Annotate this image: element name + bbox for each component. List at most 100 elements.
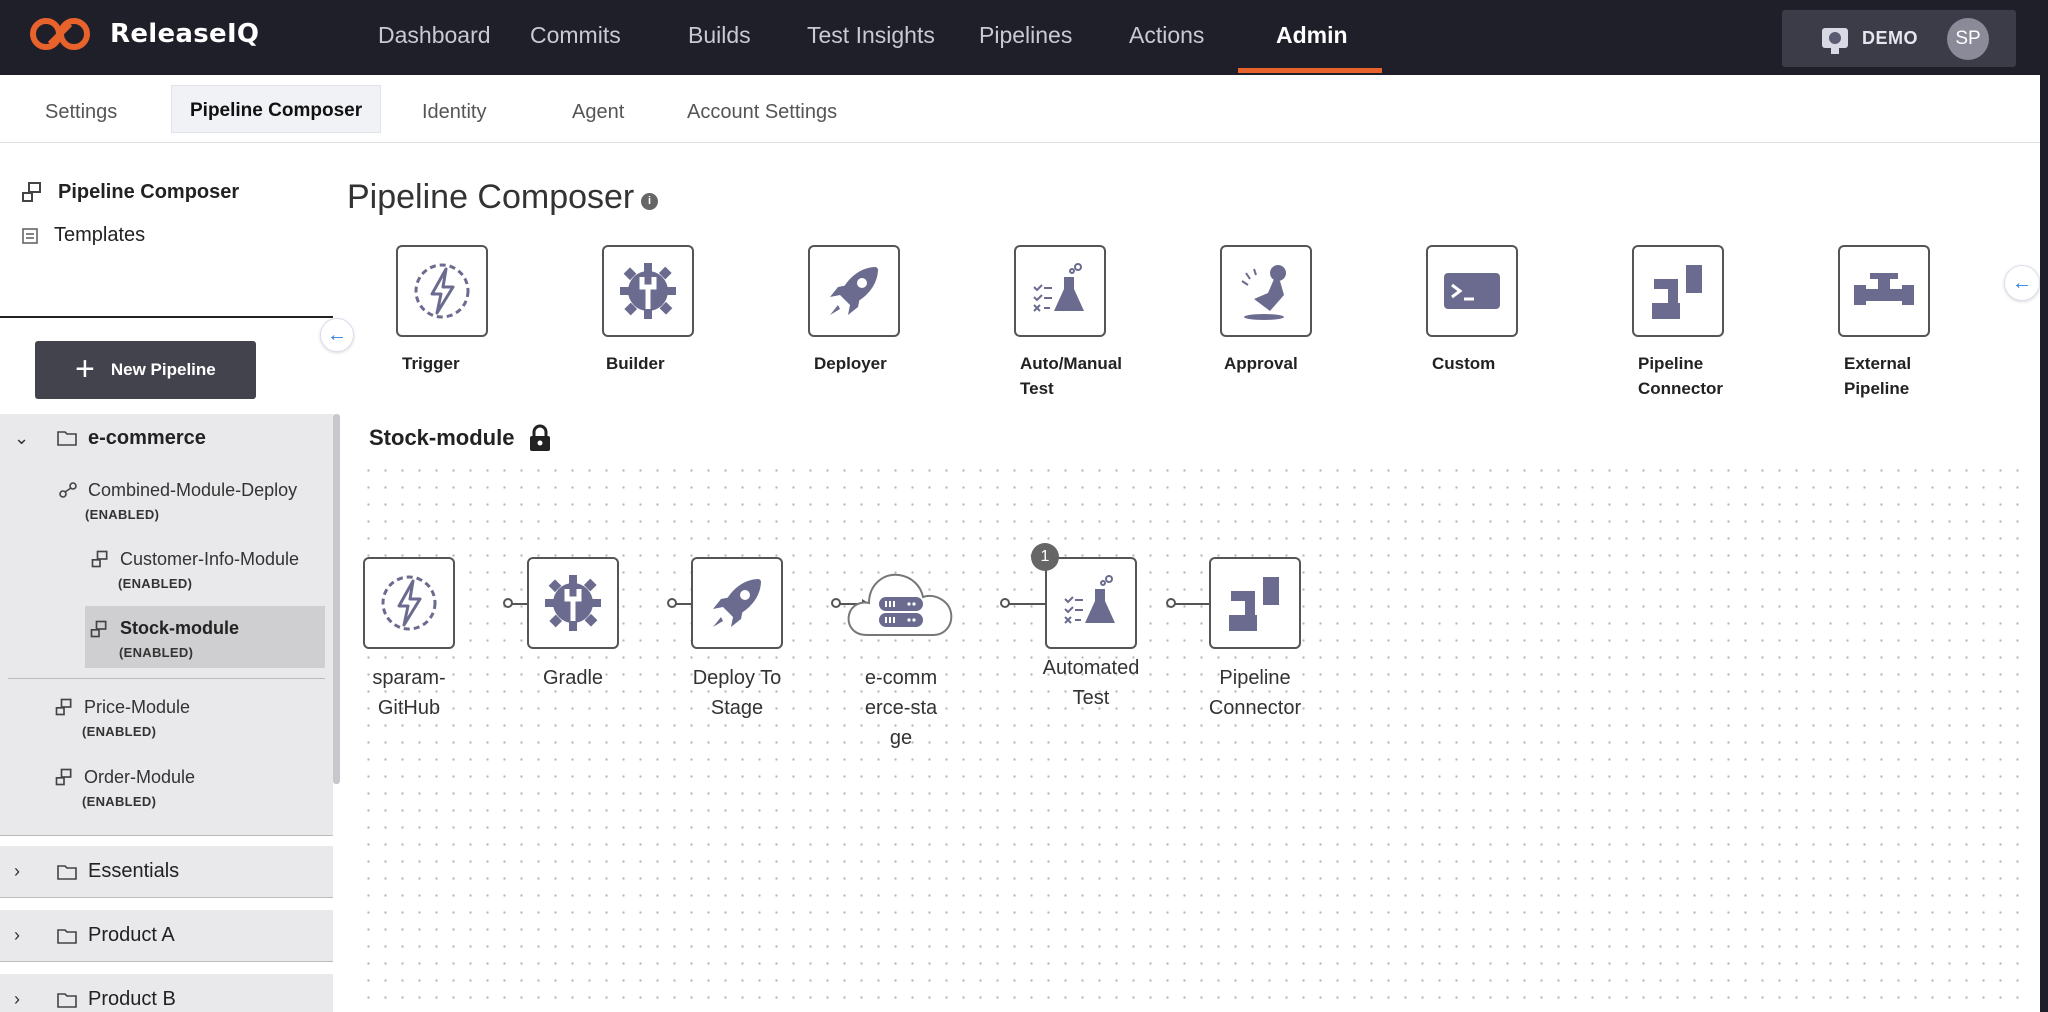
collapse-sidebar-button[interactable]: ← <box>320 318 354 352</box>
group-header[interactable]: ⌄ e-commerce <box>0 414 333 462</box>
palette-label: Trigger <box>402 354 460 373</box>
node-tile[interactable]: 1 <box>1031 543 1137 649</box>
chevron-right-icon: › <box>14 989 20 1009</box>
sidebar-link-label: Pipeline Composer <box>58 180 240 203</box>
pipeline-name: Price-Module <box>84 697 191 717</box>
node-tile[interactable] <box>844 557 958 649</box>
nav-admin[interactable]: Admin <box>1276 22 1348 49</box>
palette-deployer[interactable]: Deployer <box>808 245 948 376</box>
tab-agent[interactable]: Agent <box>572 101 624 124</box>
nav-test-insights[interactable]: Test Insights <box>807 22 935 49</box>
builder-tile[interactable] <box>602 245 694 337</box>
nav-dashboard[interactable]: Dashboard <box>378 22 491 49</box>
pipeline-node-trigger[interactable]: sparam-GitHub <box>349 557 469 723</box>
custom-tile[interactable] <box>1426 245 1518 337</box>
pipeline-icon <box>55 768 72 786</box>
node-label: Automated Test <box>1042 657 1140 709</box>
pipeline-node-environment[interactable]: e-commerce-stage <box>841 557 961 753</box>
palette-label: Builder <box>606 354 665 373</box>
stamp-icon <box>1241 265 1286 320</box>
palette-external-pipeline[interactable]: External Pipeline <box>1838 245 1978 401</box>
palette-trigger[interactable]: Trigger <box>396 245 536 376</box>
pipeline-item[interactable]: Customer-Info-Module (ENABLED) <box>91 549 299 591</box>
group-product-a[interactable]: › Product A <box>0 910 333 962</box>
tab-identity[interactable]: Identity <box>422 101 486 124</box>
left-sidebar: Pipeline Composer Templates + New Pipeli… <box>0 144 340 1012</box>
palette-label: Custom <box>1432 354 1496 373</box>
tab-account-settings[interactable]: Account Settings <box>687 101 837 124</box>
deployer-tile[interactable] <box>808 245 900 337</box>
pipeline-state: (ENABLED) <box>119 645 194 660</box>
pipeline-canvas[interactable] <box>360 462 2020 1012</box>
palette-test[interactable]: Auto/Manual Test <box>1014 245 1154 401</box>
node-tile[interactable] <box>527 557 619 649</box>
nav-actions[interactable]: Actions <box>1129 22 1204 49</box>
pipeline-connector-tile[interactable] <box>1632 245 1724 337</box>
connector-icon <box>1652 265 1702 319</box>
pipeline-state: (ENABLED) <box>82 794 157 809</box>
arrow-left-icon: ← <box>2012 272 2032 294</box>
tab-pipeline-composer[interactable]: Pipeline Composer <box>171 85 382 133</box>
node-label: Deploy To Stage <box>692 667 782 719</box>
group-title: Product B <box>88 988 176 1010</box>
pipeline-item[interactable]: Price-Module (ENABLED) <box>55 697 191 739</box>
pipeline-node-deployer[interactable]: Deploy To Stage <box>677 557 797 723</box>
chevron-right-icon: › <box>14 925 20 945</box>
new-pipeline-label: New Pipeline <box>110 360 216 379</box>
nav-commits[interactable]: Commits <box>530 22 621 49</box>
page-title: Pipeline Composer <box>347 178 635 216</box>
approval-tile[interactable] <box>1220 245 1312 337</box>
test-tile[interactable] <box>1014 245 1106 337</box>
pipeline-state: (ENABLED) <box>118 576 193 591</box>
sidebar-scrollbar[interactable] <box>333 414 340 784</box>
folder-icon <box>57 864 77 880</box>
trigger-icon <box>381 575 437 631</box>
terminal-icon <box>1444 273 1500 309</box>
pipeline-node-test[interactable]: 1 Automated Test <box>1031 543 1151 713</box>
admin-subnav: Settings Pipeline Composer Identity Agen… <box>0 75 2040 143</box>
account-switcher[interactable]: DEMO SP <box>1782 10 2016 67</box>
pipe-valve-icon <box>1854 273 1914 305</box>
nav-builds[interactable]: Builds <box>688 22 751 49</box>
nav-pipelines[interactable]: Pipelines <box>979 22 1072 49</box>
account-label: DEMO <box>1862 28 1918 48</box>
sidebar-link-templates[interactable]: Templates <box>20 224 145 247</box>
avatar[interactable]: SP <box>1947 18 1989 60</box>
trigger-tile[interactable] <box>396 245 488 337</box>
pipeline-node-builder[interactable]: Gradle <box>513 557 633 693</box>
palette-label: Deployer <box>814 354 887 373</box>
flask-checklist-icon <box>1064 575 1115 624</box>
palette-custom[interactable]: Custom <box>1426 245 1566 376</box>
sidebar-link-pipeline-composer[interactable]: Pipeline Composer <box>20 180 239 204</box>
group-title: Essentials <box>88 860 180 882</box>
flask-checklist-icon <box>1033 263 1084 312</box>
group-e-commerce: ⌄ e-commerce Combined-Module-Deploy (ENA… <box>0 414 333 836</box>
sidebar-link-label: Templates <box>54 224 146 246</box>
palette-scroll-button[interactable]: ← <box>2004 265 2040 301</box>
pipeline-item[interactable]: Order-Module (ENABLED) <box>55 767 195 809</box>
group-product-b[interactable]: › Product B <box>0 974 333 1012</box>
node-tile[interactable] <box>691 557 783 649</box>
palette-pipeline-connector[interactable]: Pipeline Connector <box>1632 245 1772 401</box>
group-essentials[interactable]: › Essentials <box>0 846 333 898</box>
node-tile[interactable] <box>363 557 455 649</box>
pipeline-name: Stock-module <box>120 618 240 638</box>
external-pipeline-tile[interactable] <box>1838 245 1930 337</box>
chevron-down-icon: ⌄ <box>14 427 30 448</box>
arrow-left-icon: ← <box>327 324 347 346</box>
info-icon[interactable]: i <box>641 193 658 210</box>
node-tile[interactable] <box>1209 557 1301 649</box>
pipeline-node-connector[interactable]: Pipeline Connector <box>1195 557 1315 723</box>
trigger-icon <box>414 263 470 319</box>
brand-logo[interactable]: ReleaseIQ <box>28 16 259 52</box>
tree-separator <box>8 678 325 679</box>
tab-settings[interactable]: Settings <box>45 101 117 124</box>
pipeline-item-selected[interactable]: Stock-module (ENABLED) <box>85 606 325 668</box>
pipeline-item[interactable]: Combined-Module-Deploy (ENABLED) <box>59 480 297 522</box>
pipeline-icon <box>90 620 107 638</box>
group-title: e-commerce <box>88 426 206 449</box>
palette-approval[interactable]: Approval <box>1220 245 1360 376</box>
palette-builder[interactable]: Builder <box>602 245 742 376</box>
lock-icon[interactable] <box>528 424 552 452</box>
new-pipeline-button[interactable]: + New Pipeline <box>35 341 256 399</box>
